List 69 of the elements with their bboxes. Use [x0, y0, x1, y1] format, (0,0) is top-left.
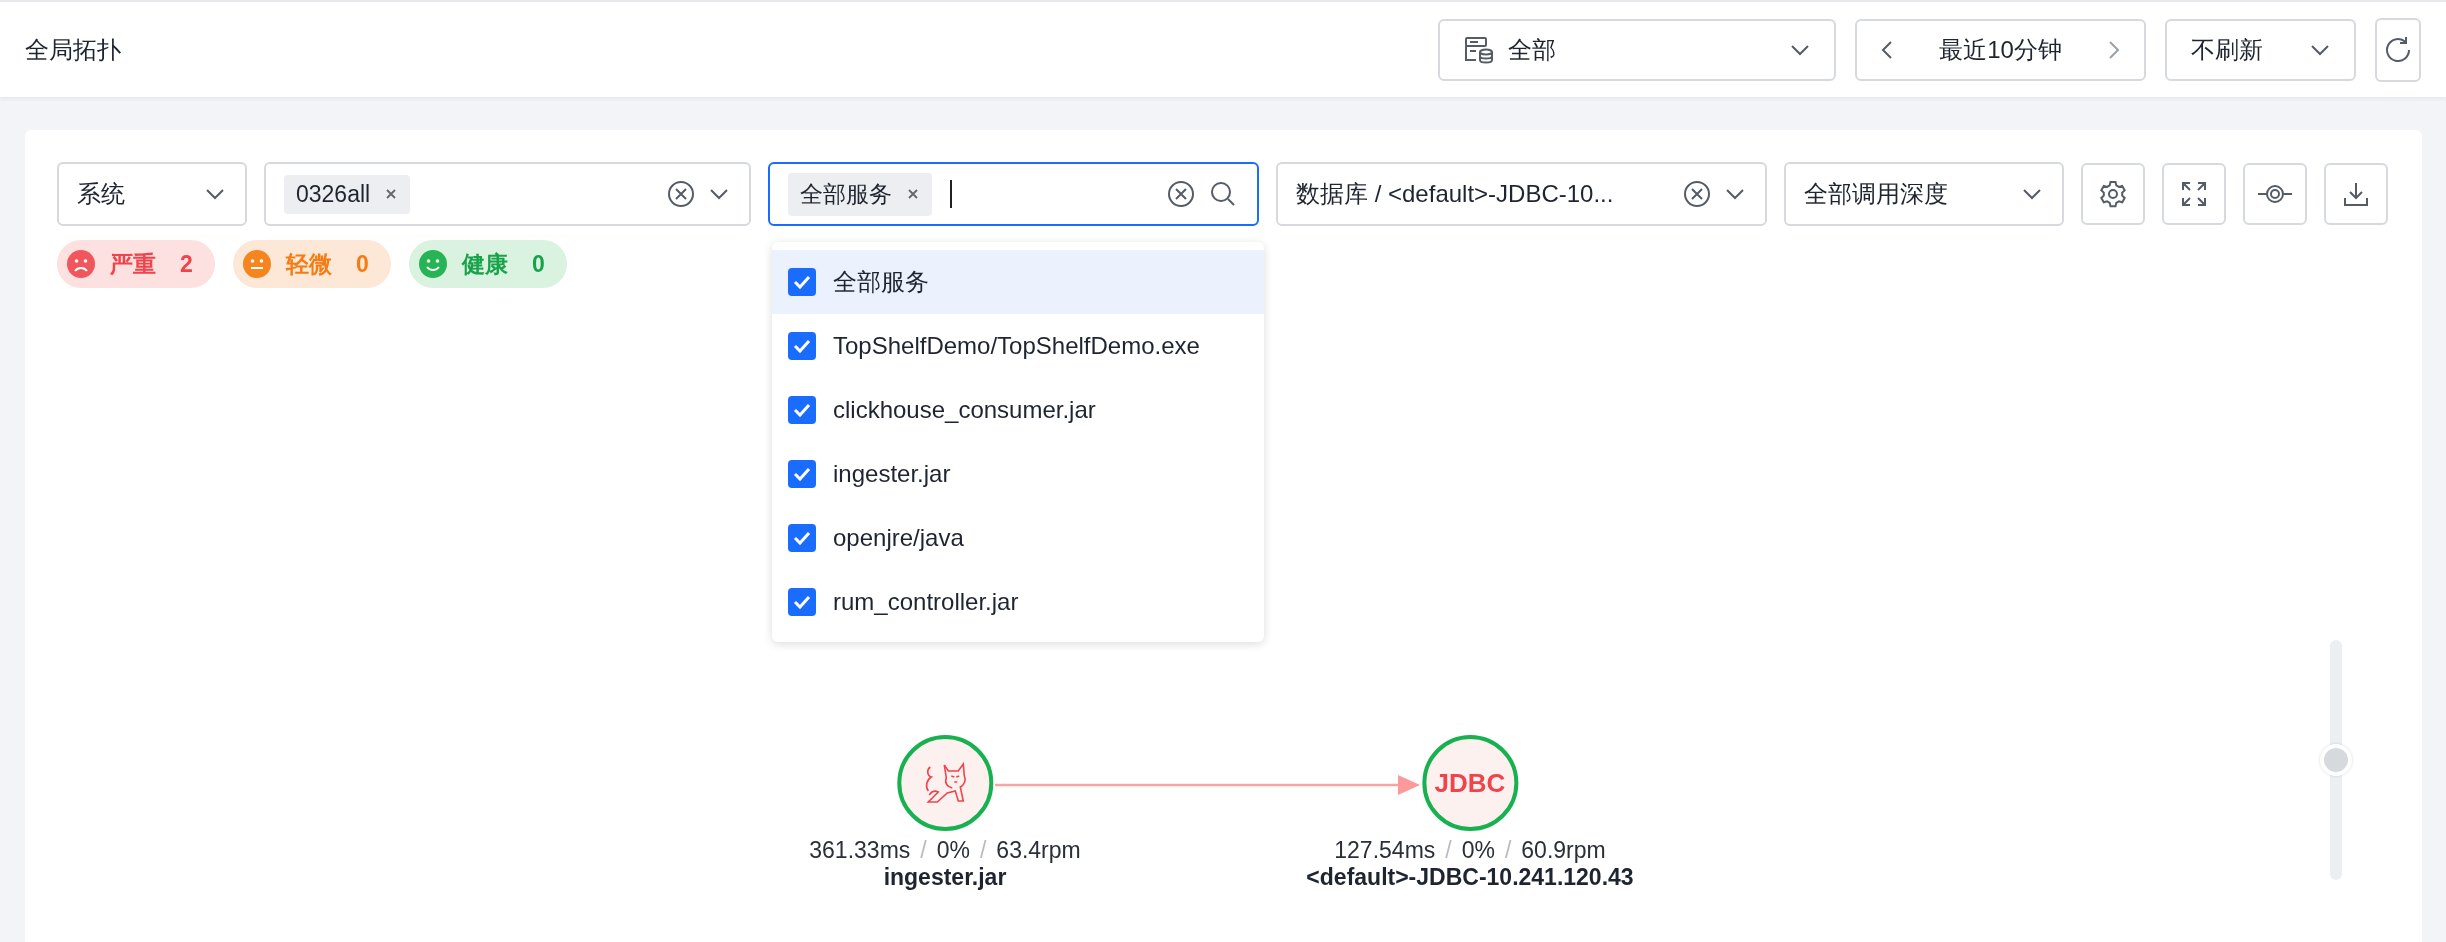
- node-metrics: 361.33ms / 0% / 63.4rpm: [809, 837, 1081, 864]
- option-label: TopShelfDemo/TopShelfDemo.exe: [833, 332, 1200, 360]
- chevron-down-icon: [709, 188, 729, 200]
- option-label: ingester.jar: [833, 460, 951, 488]
- reload-icon: [2383, 34, 2413, 65]
- check-icon: [793, 467, 811, 481]
- download-icon: [2342, 180, 2370, 208]
- checkbox[interactable]: [788, 524, 816, 552]
- option-label: openjre/java: [833, 524, 964, 552]
- checkbox[interactable]: [788, 268, 816, 296]
- chevron-left-icon[interactable]: [1881, 39, 1893, 60]
- service-option[interactable]: clickhouse_consumer.jar: [772, 378, 1264, 442]
- node-name: ingester.jar: [883, 864, 1007, 891]
- tag-label: 0326all: [296, 180, 371, 208]
- search-icon[interactable]: [1209, 180, 1237, 208]
- service-search-field[interactable]: 全部服务: [768, 162, 1259, 226]
- text-cursor: [950, 180, 952, 208]
- type-select[interactable]: 系统: [57, 162, 247, 226]
- checkbox[interactable]: [788, 396, 816, 424]
- time-range-picker[interactable]: 最近10分钟: [1855, 18, 2146, 81]
- node-name: <default>-JDBC-10.241.120.43: [1306, 864, 1634, 891]
- reload-button[interactable]: [2375, 17, 2421, 82]
- jdbc-label: JDBC: [1434, 767, 1506, 799]
- chevron-down-icon: [1790, 43, 1810, 56]
- chevron-down-icon: [205, 188, 225, 200]
- scope-select[interactable]: 全部: [1438, 18, 1836, 81]
- checkbox[interactable]: [788, 332, 816, 360]
- check-icon: [793, 531, 811, 545]
- node-metrics: 127.54ms / 0% / 60.9rpm: [1334, 837, 1606, 864]
- page-title: 全局拓扑: [25, 34, 122, 65]
- check-icon: [793, 275, 811, 289]
- clear-icon[interactable]: [667, 180, 695, 208]
- service-option[interactable]: rum_controller.jar: [772, 570, 1264, 634]
- fullscreen-button[interactable]: [2162, 163, 2226, 225]
- close-icon[interactable]: [906, 187, 920, 201]
- check-icon: [793, 403, 811, 417]
- close-icon[interactable]: [384, 187, 399, 201]
- clear-icon[interactable]: [1683, 180, 1711, 208]
- tag-label: 全部服务: [800, 179, 892, 209]
- smile-face-icon: [418, 249, 448, 279]
- service-option[interactable]: ingester.jar: [772, 442, 1264, 506]
- check-icon: [793, 339, 811, 353]
- settings-icon: [2098, 179, 2128, 209]
- database-select[interactable]: 数据库 / <default>-JDBC-10...: [1276, 162, 1767, 226]
- sad-face-icon: [66, 249, 96, 279]
- chevron-down-icon: [1725, 188, 1745, 200]
- fullscreen-icon: [2180, 180, 2208, 208]
- download-button[interactable]: [2324, 163, 2388, 225]
- checkbox[interactable]: [788, 460, 816, 488]
- chevron-down-icon: [2022, 188, 2042, 200]
- node-icon: [2257, 183, 2293, 205]
- database-icon: [1464, 35, 1494, 64]
- chevron-down-icon: [2310, 43, 2330, 56]
- check-icon: [793, 595, 811, 609]
- option-label: clickhouse_consumer.jar: [833, 396, 1096, 424]
- settings-button[interactable]: [2081, 163, 2145, 225]
- refresh-interval-select[interactable]: 不刷新: [2165, 18, 2356, 81]
- option-label: 全部服务: [833, 267, 929, 297]
- service-option[interactable]: 全部服务: [772, 250, 1264, 314]
- node-button[interactable]: [2243, 163, 2307, 225]
- service-option[interactable]: TopShelfDemo/TopShelfDemo.exe: [772, 314, 1264, 378]
- clear-icon[interactable]: [1167, 180, 1195, 208]
- chevron-right-icon[interactable]: [2108, 39, 2120, 60]
- system-select[interactable]: 0326all: [264, 162, 751, 226]
- checkbox[interactable]: [788, 588, 816, 616]
- service-option[interactable]: openjre/java: [772, 506, 1264, 570]
- neutral-face-icon: [242, 249, 272, 279]
- option-label: rum_controller.jar: [833, 588, 1019, 616]
- call-depth-select[interactable]: 全部调用深度: [1784, 162, 2064, 226]
